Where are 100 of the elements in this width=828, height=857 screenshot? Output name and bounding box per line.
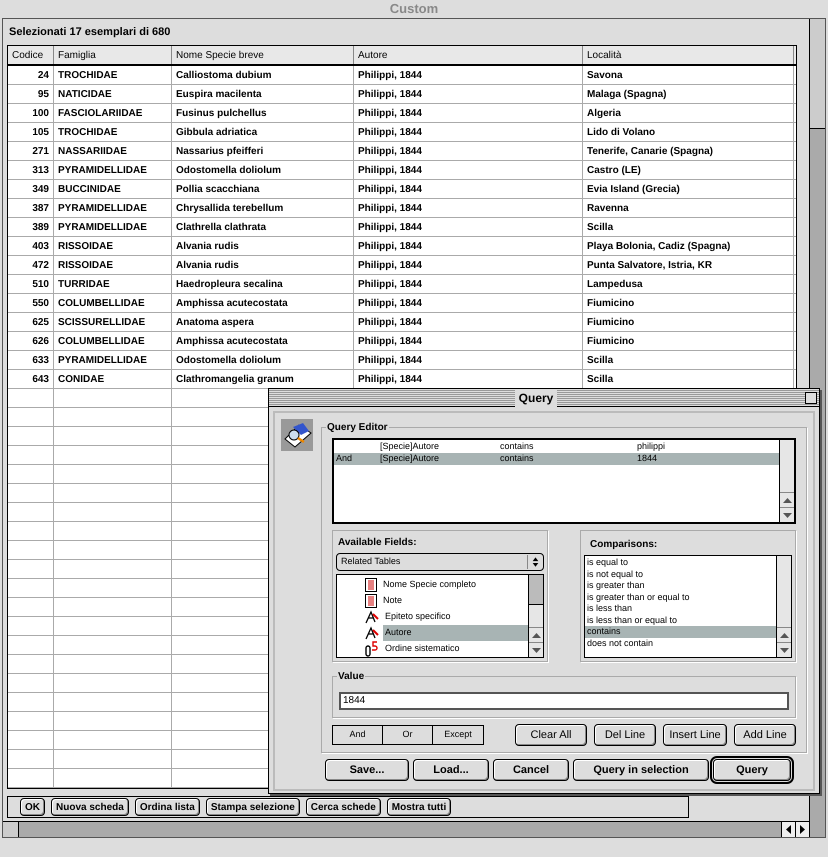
table-cell: Philippi, 1844 [354, 104, 583, 122]
table-cell: Algeria [583, 104, 794, 122]
comparison-item[interactable]: is greater than [585, 580, 776, 592]
table-cell: Ravenna [583, 199, 794, 217]
scrollbar[interactable] [528, 575, 543, 657]
field-item[interactable]: Autore [383, 625, 528, 641]
dialog-button[interactable]: Query in selection [573, 759, 709, 781]
comparison-item[interactable]: is greater than or equal to [585, 592, 776, 603]
field-item[interactable]: Note [381, 593, 528, 609]
letter-a-icon [365, 626, 379, 640]
table-cell: Philippi, 1844 [354, 142, 583, 160]
toolbar-button[interactable]: Stampa selezione [206, 798, 300, 816]
table-cell: Philippi, 1844 [354, 85, 583, 103]
table-cell: 625 [8, 313, 54, 331]
table-cell: Punta Salvatore, Istria, KR [583, 256, 794, 274]
toolbar-button[interactable]: Ordina lista [134, 798, 200, 816]
field-item[interactable]: Nome Specie completo [381, 577, 528, 593]
toolbar-button[interactable]: Mostra tutti [386, 798, 452, 816]
table-cell: RISSOIDAE [54, 256, 172, 274]
comparison-item[interactable]: is less than or equal to [585, 614, 776, 626]
table-cell: TURRIDAE [54, 275, 172, 293]
table-cell: 24 [8, 66, 54, 84]
field-item[interactable]: Ordine sistematico [383, 641, 528, 657]
column-header[interactable]: Autore [354, 46, 583, 64]
scroll-up-icon[interactable] [782, 498, 792, 502]
table-cell: 95 [8, 85, 54, 103]
table-cell: TROCHIDAE [54, 66, 172, 84]
table-cell: PYRAMIDELLIDAE [54, 199, 172, 217]
table-cell: PYRAMIDELLIDAE [54, 161, 172, 179]
table-cell: COLUMBELLIDAE [54, 294, 172, 312]
table-cell: 100 [8, 104, 54, 122]
table-cell: 510 [8, 275, 54, 293]
scroll-up-icon[interactable] [780, 632, 788, 638]
scroll-right-icon[interactable] [795, 822, 809, 837]
scrollbar[interactable] [779, 440, 794, 522]
line-button[interactable]: Clear All [515, 724, 587, 746]
column-header[interactable]: Località [583, 46, 794, 64]
line-button[interactable]: Insert Line [663, 724, 727, 746]
table-cell: COLUMBELLIDAE [54, 332, 172, 350]
table-cell: Philippi, 1844 [354, 180, 583, 198]
scroll-down-icon[interactable] [782, 512, 792, 518]
table-cell: Euspira macilenta [172, 85, 354, 103]
table-cell: PYRAMIDELLIDAE [54, 218, 172, 236]
dialog-button[interactable]: Load... [413, 759, 489, 781]
value-field[interactable]: 1844 [339, 692, 789, 710]
magnifier-document-icon [281, 419, 313, 451]
dialog-title: Query [514, 388, 558, 406]
table-cell: NATICIDAE [54, 85, 172, 103]
table-cell: Evia Island (Grecia) [583, 180, 794, 198]
table-cell: 550 [8, 294, 54, 312]
scroll-up-icon[interactable] [532, 632, 540, 638]
table-cell: Anatoma aspera [172, 313, 354, 331]
table-cell: 403 [8, 237, 54, 255]
table-cell: PYRAMIDELLIDAE [54, 351, 172, 369]
scroll-down-icon[interactable] [780, 648, 788, 652]
dialog-button[interactable]: Cancel [493, 759, 569, 781]
table-cell: Philippi, 1844 [354, 199, 583, 217]
table-cell: 626 [8, 332, 54, 350]
dialog-button[interactable]: Save... [325, 759, 409, 781]
query-line[interactable]: [Specie]Autore contains philippi [334, 441, 779, 453]
scrollbar[interactable] [776, 556, 791, 657]
toolbar-button[interactable]: Nuova scheda [51, 798, 129, 816]
comparison-item[interactable]: is not equal to [585, 568, 776, 580]
table-cell: 472 [8, 256, 54, 274]
window-title: Custom [390, 0, 438, 18]
comparison-item[interactable]: is equal to [585, 557, 776, 568]
table-cell: NASSARIIDAE [54, 142, 172, 160]
column-header[interactable]: Codice [8, 46, 54, 64]
column-header[interactable]: Nome Specie breve [172, 46, 354, 64]
line-button[interactable]: Add Line [734, 724, 796, 746]
tables-popup[interactable]: Related Tables [336, 553, 544, 571]
group-label: Comparisons: [589, 538, 658, 552]
column-header[interactable]: Famiglia [54, 46, 172, 64]
field-item[interactable]: Epiteto specifico [383, 609, 528, 625]
table-cell: Lampedusa [583, 275, 794, 293]
table-cell: Amphissa acutecostata [172, 332, 354, 350]
table-cell: RISSOIDAE [54, 237, 172, 255]
table-cell: 349 [8, 180, 54, 198]
table-cell: Philippi, 1844 [354, 218, 583, 236]
line-button[interactable]: Del Line [594, 724, 656, 746]
table-cell: Nassarius pfeifferi [172, 142, 354, 160]
table-cell: Philippi, 1844 [354, 66, 583, 84]
table-cell: FASCIOLARIIDAE [54, 104, 172, 122]
table-cell: Clathrella clathrata [172, 218, 354, 236]
table-cell: Lido di Volano [583, 123, 794, 141]
table-cell: CONIDAE [54, 370, 172, 388]
comparison-item[interactable]: contains [585, 626, 776, 638]
scrollbar-thumb[interactable] [810, 19, 825, 129]
toolbar-button[interactable]: Cerca schede [306, 798, 381, 816]
comparison-item[interactable]: does not contain [585, 638, 776, 649]
scroll-down-icon[interactable] [532, 648, 540, 652]
table-cell: Philippi, 1844 [354, 161, 583, 179]
toolbar-button[interactable]: OK [20, 798, 45, 816]
scroll-left-icon[interactable] [781, 822, 795, 837]
table-cell: Malaga (Spagna) [583, 85, 794, 103]
scrollbar-thumb[interactable] [3, 822, 19, 837]
collapse-box-icon[interactable] [805, 392, 817, 404]
comparison-item[interactable]: is less than [585, 603, 776, 614]
dialog-button[interactable]: Query [713, 759, 791, 781]
table-cell: Chrysallida terebellum [172, 199, 354, 217]
